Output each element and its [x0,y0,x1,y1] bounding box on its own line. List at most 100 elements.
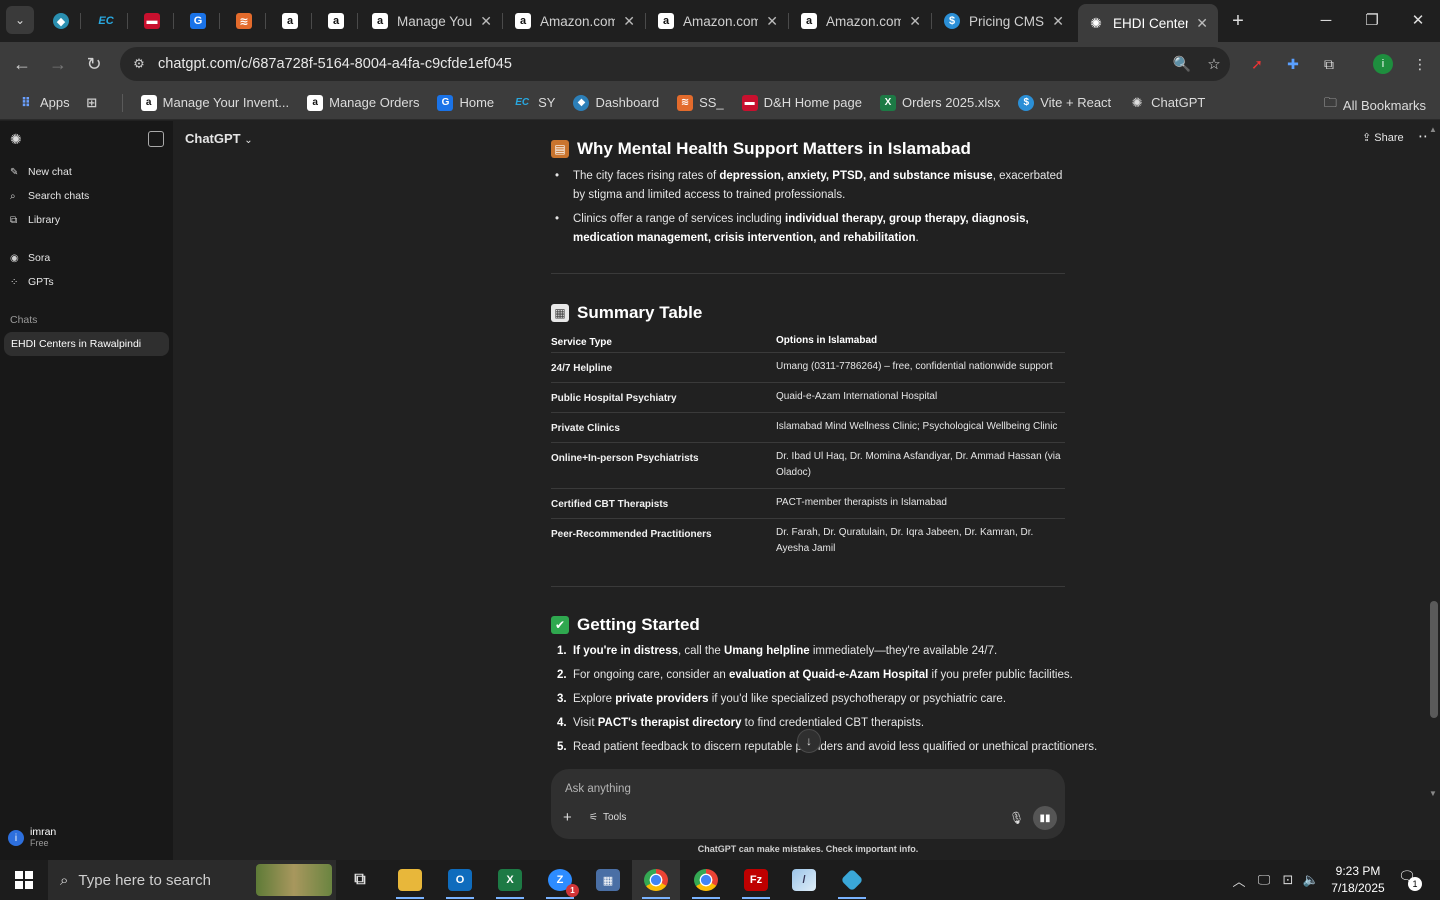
close-icon[interactable]: ✕ [623,13,635,30]
tab-groups-icon[interactable]: ⊞ [84,95,106,111]
bookmark-orders-xlsx[interactable]: X Orders 2025.xlsx [879,94,1000,111]
reload-button[interactable]: ↻ [80,50,108,78]
table-row: 24/7 Helpline Umang (0311-7786264) – free… [551,353,1065,383]
app-icon[interactable]: / [780,860,828,900]
task-view-icon[interactable]: ⧉ [336,860,384,900]
bookmark-sy[interactable]: EC SY [512,95,555,111]
bookmark-ss[interactable]: ≋ SS_ [677,94,724,111]
amazon-icon: a [282,13,298,29]
microphone-icon[interactable]: 🎙 [1009,811,1024,825]
restore-button[interactable]: ❐ [1349,6,1395,34]
chrome-icon[interactable] [682,860,730,900]
tab-pricing-cms[interactable]: $ Pricing CMS ✕ [934,6,1074,36]
file-explorer-icon[interactable] [386,860,434,900]
tab-manage-your[interactable]: a Manage Your ✕ [362,6,502,36]
browser-menu-icon[interactable]: ⋮ [1408,52,1432,76]
bookmark-star-icon[interactable]: ☆ [1198,55,1230,73]
sidebar-item-search-chats[interactable]: ⌕ Search chats [10,187,89,205]
pinned-tab-1[interactable]: ◆ [48,8,74,34]
excel-icon[interactable]: X [486,860,534,900]
tab-amazon-2[interactable]: a Amazon.com ✕ [648,6,788,36]
page-scrollbar[interactable]: ▲ ▼ [1427,121,1440,800]
bookmark-apps[interactable]: ⠿ Apps [18,95,70,111]
sidebar-item-library[interactable]: ⧉ Library [10,211,60,229]
new-tab-button[interactable]: + [1225,8,1251,34]
user-account[interactable]: i imran Free [8,827,56,849]
zoom-icon[interactable]: 🔍 [1166,55,1198,73]
tab-amazon-3[interactable]: a Amazon.com ✕ [791,6,931,36]
pinned-tab-5[interactable]: ≋ [231,8,257,34]
chrome-icon[interactable] [632,860,680,900]
summary-table: Service Type Options in Islamabad 24/7 He… [551,331,1065,554]
model-selector[interactable]: ChatGPT ⌄ [185,131,253,146]
calculator-icon[interactable]: ▦ [584,860,632,900]
network-status-icon[interactable]: 🖵 [1252,860,1276,900]
bookmark-manage-inventory[interactable]: a Manage Your Invent... [140,94,289,111]
scroll-down-icon[interactable]: ▼ [1429,789,1437,798]
pinned-tab-2[interactable]: EC [93,8,119,34]
scroll-to-bottom-button[interactable]: ↓ [797,729,821,753]
tab-strip: ⌄ ◆ EC ▬ G ≋ a a a Manage Your ✕ a Amazon… [0,0,1440,42]
forward-button[interactable]: → [44,50,72,78]
home-icon: G [190,13,206,29]
pinned-tab-4[interactable]: G [185,8,211,34]
notification-center-icon[interactable]: 🗨 1 [1398,868,1422,892]
vite-icon: $ [1018,94,1035,111]
back-button[interactable]: ← [8,50,36,78]
profile-avatar[interactable]: i [1371,52,1395,76]
wifi-icon[interactable]: ⊡ [1276,860,1300,900]
app-icon[interactable] [828,860,876,900]
section-heading: ✔ Getting Started [551,615,700,635]
chat-sidebar: ✺ ✎ New chat ⌕ Search chats ⧉ Library ◉ Sora… [0,121,173,860]
minimize-button[interactable]: ─ [1303,6,1349,34]
sidebar-item-new-chat[interactable]: ✎ New chat [10,163,72,181]
close-icon[interactable]: ✕ [766,13,778,30]
sidebar-item-gpts[interactable]: ⁘ GPTs [10,273,54,291]
close-icon[interactable]: ✕ [480,13,492,30]
all-bookmarks[interactable]: 🗀 All Bookmarks [1324,94,1426,116]
bookmark-manage-orders[interactable]: a Manage Orders [307,94,419,111]
clock[interactable]: 9:23 PM 7/18/2025 [1318,863,1398,897]
browser-toolbar: ← → ↻ ⚙ chatgpt.com/c/687a728f-5164-8004… [0,42,1440,86]
scrollbar-thumb[interactable] [1430,601,1438,718]
start-button[interactable] [0,860,48,900]
sidebar-item-sora[interactable]: ◉ Sora [10,249,50,267]
address-bar[interactable]: ⚙ chatgpt.com/c/687a728f-5164-8004-a4fa-… [120,47,1230,81]
tab-ehdi-centers[interactable]: ✺ EHDI Centers ✕ [1078,4,1218,42]
scroll-up-icon[interactable]: ▲ [1429,125,1437,134]
site-info-icon[interactable]: ⚙ [124,56,154,72]
ss-icon: ≋ [677,94,694,111]
chatgpt-logo-icon[interactable]: ✺ [10,131,26,147]
filezilla-icon[interactable]: Fz [732,860,780,900]
bookmark-home[interactable]: G Home [437,94,494,111]
extension-blue-icon[interactable]: ✚ [1281,52,1305,76]
sidebar-toggle-icon[interactable] [148,131,164,147]
close-window-button[interactable]: ✕ [1395,6,1440,34]
voice-mode-button[interactable]: ▮▮ [1033,806,1057,830]
close-icon[interactable]: ✕ [1052,13,1064,30]
url-text[interactable]: chatgpt.com/c/687a728f-5164-8004-a4fa-c9… [158,56,1166,72]
bookmark-dh-home[interactable]: ▬ D&H Home page [741,94,862,111]
show-hidden-icons[interactable]: ︿ [1228,860,1250,900]
pinned-tab-3[interactable]: ▬ [139,8,165,34]
outlook-icon[interactable]: O [436,860,484,900]
close-icon[interactable]: ✕ [909,13,921,30]
bookmark-dashboard[interactable]: ◆ Dashboard [573,94,659,111]
zoom-icon[interactable]: Z1 [536,860,584,900]
bookmark-vite-react[interactable]: $ Vite + React [1018,94,1111,111]
pinned-tab-7[interactable]: a [323,8,349,34]
tools-icon: ⚟ [589,812,598,823]
bookmark-chatgpt[interactable]: ✺ ChatGPT [1129,95,1206,111]
close-icon[interactable]: ✕ [1196,15,1208,32]
sidebar-chat-item[interactable]: EHDI Centers in Rawalpindi [4,332,169,356]
tab-search-dropdown-icon[interactable]: ⌄ [6,6,34,34]
tab-amazon-1[interactable]: a Amazon.com ✕ [505,6,645,36]
extension-red-icon[interactable]: ➚ [1245,52,1269,76]
share-button[interactable]: ⇪ Share [1362,131,1404,144]
prompt-input[interactable] [565,779,1045,799]
pinned-tab-6[interactable]: a [277,8,303,34]
plus-icon[interactable]: + [563,809,572,826]
extensions-puzzle-icon[interactable]: ⧉ [1317,52,1341,76]
tools-button[interactable]: ⚟ Tools [589,812,626,823]
taskbar-search[interactable]: ⌕ Type here to search [48,860,336,900]
